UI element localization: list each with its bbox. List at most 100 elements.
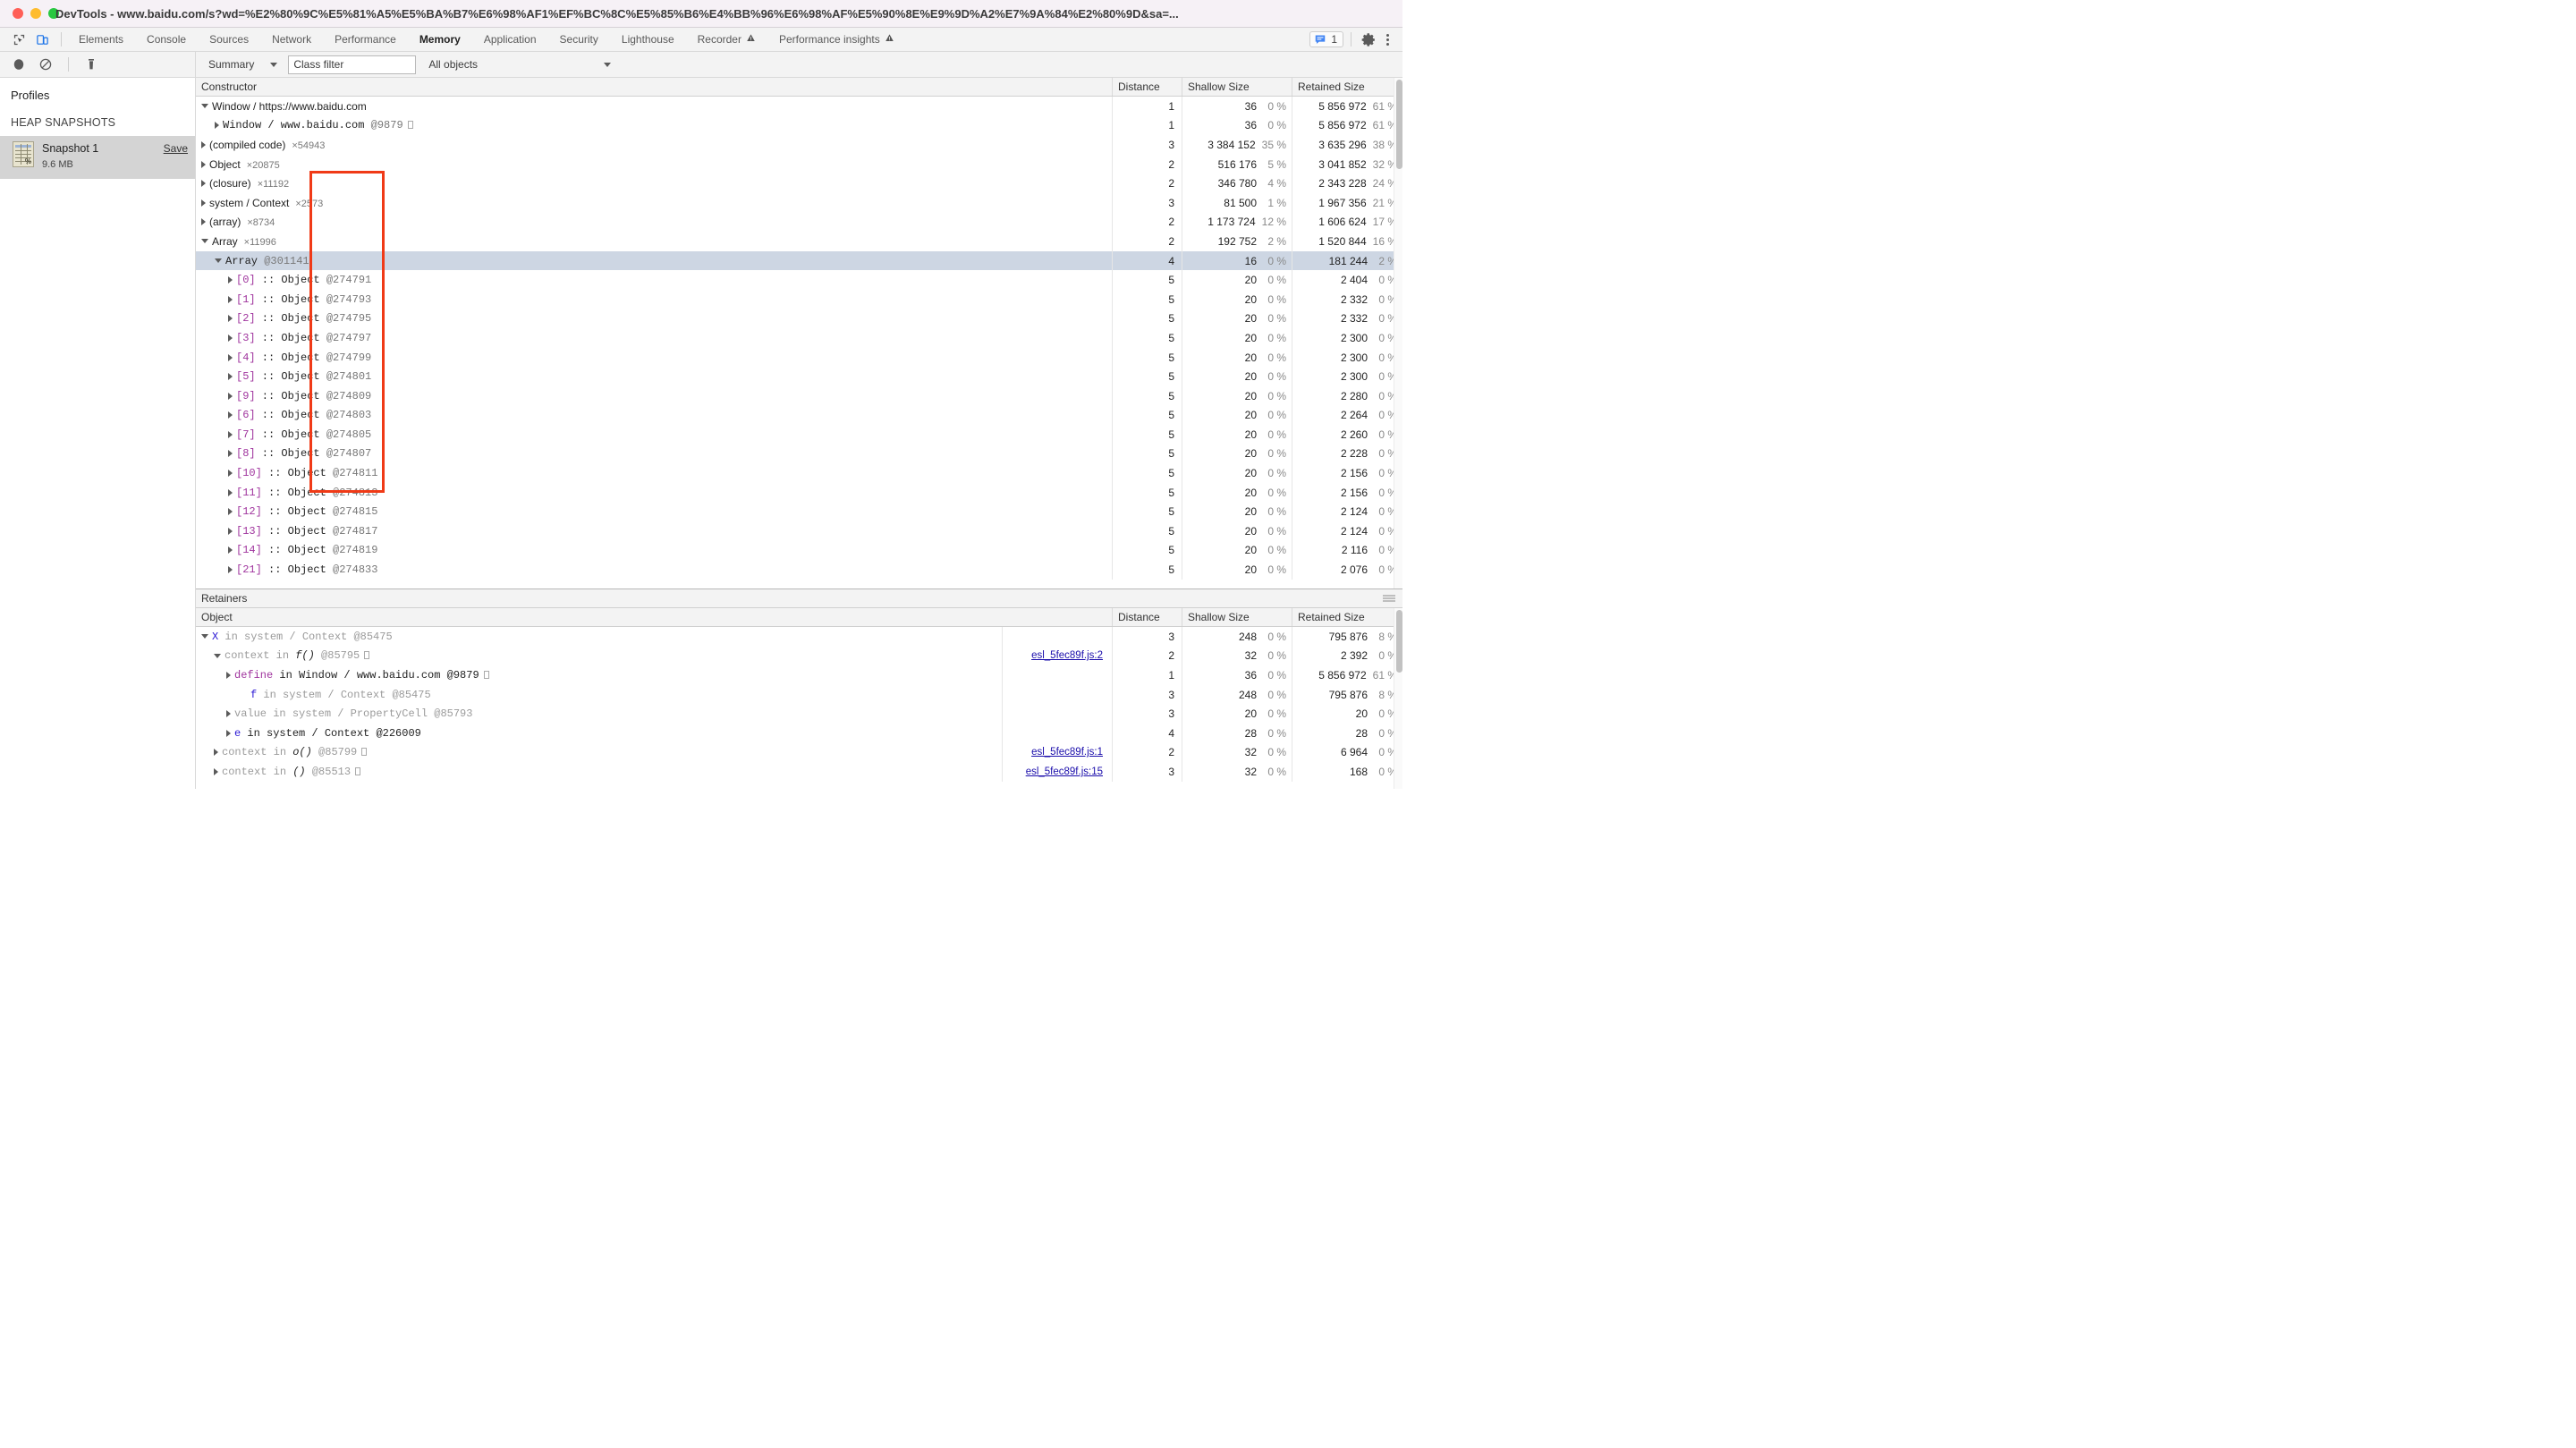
triangle-right-icon[interactable] xyxy=(228,334,233,342)
table-row[interactable]: context in f() @85795esl_5fec89f.js:2232… xyxy=(196,647,1402,666)
triangle-right-icon[interactable] xyxy=(228,296,233,303)
triangle-right-icon[interactable] xyxy=(215,122,219,129)
column-header-constructor[interactable]: Constructor xyxy=(196,78,1113,96)
clear-slash-icon[interactable] xyxy=(36,55,55,73)
triangle-right-icon[interactable] xyxy=(201,218,206,225)
source-link[interactable]: esl_5fec89f.js:2 xyxy=(1031,650,1103,661)
table-row[interactable]: [11] :: Object @2748135200 %2 1560 % xyxy=(196,483,1402,503)
table-row[interactable]: [5] :: Object @2748015200 %2 3000 % xyxy=(196,367,1402,386)
record-circle-icon[interactable] xyxy=(9,55,29,73)
tab-console[interactable]: Console xyxy=(135,28,198,51)
triangle-right-icon[interactable] xyxy=(228,393,233,400)
tab-network[interactable]: Network xyxy=(260,28,323,51)
triangle-right-icon[interactable] xyxy=(228,489,233,496)
table-row[interactable]: Array×119962192 7522 %1 520 84416 % xyxy=(196,232,1402,251)
triangle-right-icon[interactable] xyxy=(228,373,233,380)
triangle-right-icon[interactable] xyxy=(228,276,233,284)
table-row[interactable]: value in system / PropertyCell @85793320… xyxy=(196,704,1402,724)
table-row[interactable]: system / Context×2573381 5001 %1 967 356… xyxy=(196,193,1402,213)
triangle-right-icon[interactable] xyxy=(226,730,231,737)
table-row[interactable]: Window / https://www.baidu.com1360 %5 85… xyxy=(196,97,1402,116)
table-row[interactable]: [14] :: Object @2748195200 %2 1160 % xyxy=(196,541,1402,561)
table-row[interactable]: Object×208752516 1765 %3 041 85232 % xyxy=(196,155,1402,174)
table-row[interactable]: [7] :: Object @2748055200 %2 2600 % xyxy=(196,425,1402,445)
table-row[interactable]: [21] :: Object @2748335200 %2 0760 % xyxy=(196,560,1402,580)
triangle-right-icon[interactable] xyxy=(228,528,233,535)
triangle-right-icon[interactable] xyxy=(201,180,206,187)
retainers-scrollbar[interactable] xyxy=(1394,608,1402,789)
column-header-distance-2[interactable]: Distance xyxy=(1113,608,1182,626)
triangle-down-icon[interactable] xyxy=(215,258,222,263)
tab-memory[interactable]: Memory xyxy=(408,28,472,51)
triangle-right-icon[interactable] xyxy=(201,199,206,207)
tab-recorder[interactable]: Recorder xyxy=(686,28,767,51)
table-row[interactable]: (closure)×111922346 7804 %2 343 22824 % xyxy=(196,174,1402,193)
inspect-element-icon[interactable] xyxy=(9,30,29,48)
triangle-right-icon[interactable] xyxy=(228,566,233,573)
triangle-down-icon[interactable] xyxy=(214,654,221,658)
minimize-button[interactable] xyxy=(30,8,41,19)
triangle-right-icon[interactable] xyxy=(226,710,231,717)
tab-lighthouse[interactable]: Lighthouse xyxy=(610,28,686,51)
triangle-right-icon[interactable] xyxy=(228,546,233,554)
kebab-menu-icon[interactable] xyxy=(1380,34,1395,46)
tab-application[interactable]: Application xyxy=(472,28,548,51)
column-header-shallow-size[interactable]: Shallow Size xyxy=(1182,78,1292,96)
tab-elements[interactable]: Elements xyxy=(67,28,135,51)
triangle-down-icon[interactable] xyxy=(201,239,208,243)
triangle-right-icon[interactable] xyxy=(226,672,231,679)
tab-performance[interactable]: Performance xyxy=(323,28,408,51)
sidebar-item-snapshot-1[interactable]: % Snapshot 1 9.6 MB Save xyxy=(0,136,195,179)
table-row[interactable]: (array)×873421 173 72412 %1 606 62417 % xyxy=(196,213,1402,233)
table-row[interactable]: X in system / Context @8547532480 %795 8… xyxy=(196,627,1402,647)
trash-icon[interactable] xyxy=(81,55,101,73)
table-row[interactable]: Array @3011414160 %181 2442 % xyxy=(196,251,1402,271)
triangle-right-icon[interactable] xyxy=(228,450,233,457)
class-filter-input[interactable] xyxy=(288,55,416,74)
triangle-right-icon[interactable] xyxy=(201,141,206,148)
table-row[interactable]: define in Window / www.baidu.com @987913… xyxy=(196,665,1402,685)
triangle-right-icon[interactable] xyxy=(214,768,218,775)
table-row[interactable]: e in system / Context @2260094280 %280 % xyxy=(196,724,1402,743)
retainers-rows[interactable]: X in system / Context @8547532480 %795 8… xyxy=(196,627,1402,789)
triangle-right-icon[interactable] xyxy=(228,431,233,438)
device-toolbar-icon[interactable] xyxy=(32,30,52,48)
triangle-down-icon[interactable] xyxy=(201,634,208,639)
triangle-right-icon[interactable] xyxy=(214,749,218,756)
message-count-badge[interactable]: 1 xyxy=(1309,31,1343,47)
close-button[interactable] xyxy=(13,8,23,19)
triangle-right-icon[interactable] xyxy=(228,470,233,477)
constructors-scrollbar[interactable] xyxy=(1394,78,1402,589)
tab-performance-insights[interactable]: Performance insights xyxy=(767,28,906,51)
table-row[interactable]: [13] :: Object @2748175200 %2 1240 % xyxy=(196,521,1402,541)
table-row[interactable]: [0] :: Object @2747915200 %2 4040 % xyxy=(196,270,1402,290)
column-header-retained-size-2[interactable]: Retained Size xyxy=(1292,608,1402,626)
table-row[interactable]: [4] :: Object @2747995200 %2 3000 % xyxy=(196,348,1402,368)
triangle-down-icon[interactable] xyxy=(201,104,208,108)
gear-icon[interactable] xyxy=(1359,30,1378,48)
view-select[interactable]: Summary xyxy=(205,52,284,77)
table-row[interactable]: Window / www.baidu.com @98791360 %5 856 … xyxy=(196,116,1402,136)
table-row[interactable]: [6] :: Object @2748035200 %2 2640 % xyxy=(196,406,1402,426)
table-row[interactable]: [2] :: Object @2747955200 %2 3320 % xyxy=(196,309,1402,329)
triangle-right-icon[interactable] xyxy=(201,161,206,168)
table-row[interactable]: context in o() @85799esl_5fec89f.js:1232… xyxy=(196,743,1402,763)
tab-sources[interactable]: Sources xyxy=(198,28,260,51)
objects-select[interactable]: All objects xyxy=(428,58,618,71)
column-header-distance[interactable]: Distance xyxy=(1113,78,1182,96)
table-row[interactable]: [8] :: Object @2748075200 %2 2280 % xyxy=(196,445,1402,464)
column-header-retained-size[interactable]: Retained Size xyxy=(1292,78,1402,96)
column-header-object[interactable]: Object xyxy=(196,608,1113,626)
table-row[interactable]: (compiled code)×5494333 384 15235 %3 635… xyxy=(196,135,1402,155)
triangle-right-icon[interactable] xyxy=(228,354,233,361)
table-row[interactable]: [10] :: Object @2748115200 %2 1560 % xyxy=(196,463,1402,483)
tab-security[interactable]: Security xyxy=(548,28,610,51)
table-row[interactable]: [3] :: Object @2747975200 %2 3000 % xyxy=(196,328,1402,348)
table-row[interactable]: [12] :: Object @2748155200 %2 1240 % xyxy=(196,502,1402,521)
snapshot-save-link[interactable]: Save xyxy=(164,142,188,155)
triangle-right-icon[interactable] xyxy=(228,508,233,515)
table-row[interactable]: context in () @85513esl_5fec89f.js:15332… xyxy=(196,762,1402,782)
table-row[interactable]: [9] :: Object @2748095200 %2 2800 % xyxy=(196,386,1402,406)
source-link[interactable]: esl_5fec89f.js:15 xyxy=(1026,766,1103,777)
triangle-right-icon[interactable] xyxy=(228,315,233,322)
